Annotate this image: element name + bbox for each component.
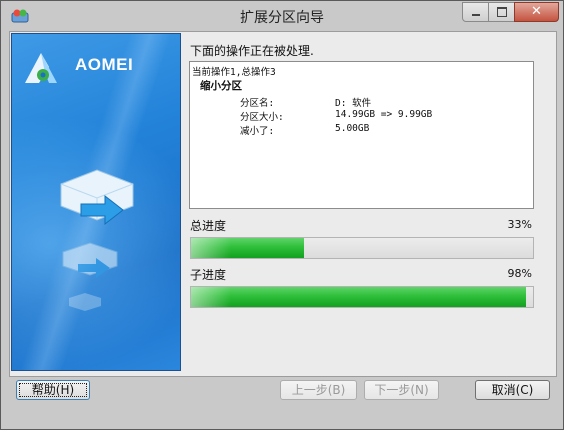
maximize-button[interactable]	[488, 2, 515, 22]
brand-name: AOMEI	[75, 55, 134, 74]
cancel-button[interactable]: 取消(C)	[475, 380, 550, 400]
sub-progress-bar	[190, 286, 534, 308]
current-operation-text: 当前操作1,总操作3	[192, 67, 276, 78]
disk-faded-small-icon	[69, 293, 101, 311]
close-button[interactable]: ✕	[514, 2, 559, 22]
sub-progress-fill	[191, 287, 527, 307]
detail-label: 分区名:	[240, 98, 275, 109]
aomei-logo-icon	[25, 53, 57, 83]
operation-log: 当前操作1,总操作3 缩小分区 分区名: D: 软件 分区大小: 14.99GB…	[189, 61, 534, 209]
sub-progress-percent: 98%	[507, 267, 532, 280]
operation-heading: 下面的操作正在被处理.	[190, 44, 314, 58]
wizard-body: AOMEI 下面的操作正在被处理. 当前操作1,总操作3 缩小分区 分区名: D…	[9, 31, 557, 377]
next-button[interactable]: 下一步(N)	[364, 380, 439, 400]
detail-value: D: 软件	[335, 98, 372, 109]
total-progress-bar	[190, 237, 534, 259]
disk-arrow-faded-icon	[62, 242, 118, 278]
help-button[interactable]: 帮助(H)	[16, 380, 90, 400]
operation-action: 缩小分区	[200, 80, 242, 92]
sub-progress-label: 子进度	[190, 268, 227, 282]
disk-arrow-icon	[60, 169, 134, 226]
close-icon: ✕	[531, 4, 542, 19]
title-bar[interactable]: 扩展分区向导 ✕	[1, 1, 563, 31]
detail-label: 减小了:	[240, 126, 275, 137]
brand-panel: AOMEI	[11, 33, 181, 371]
detail-value: 14.99GB => 9.99GB	[335, 109, 433, 120]
detail-value: 5.00GB	[335, 123, 370, 134]
minimize-button[interactable]	[462, 2, 489, 22]
total-progress-label: 总进度	[190, 219, 227, 233]
total-progress-percent: 33%	[507, 218, 532, 231]
previous-button[interactable]: 上一步(B)	[280, 380, 357, 400]
detail-label: 分区大小:	[240, 112, 284, 123]
wizard-window: 扩展分区向导 ✕ AOMEI 下面的操作正在被处理. 当前操作1,总操作3 缩小…	[0, 0, 564, 430]
total-progress-fill	[191, 238, 304, 258]
